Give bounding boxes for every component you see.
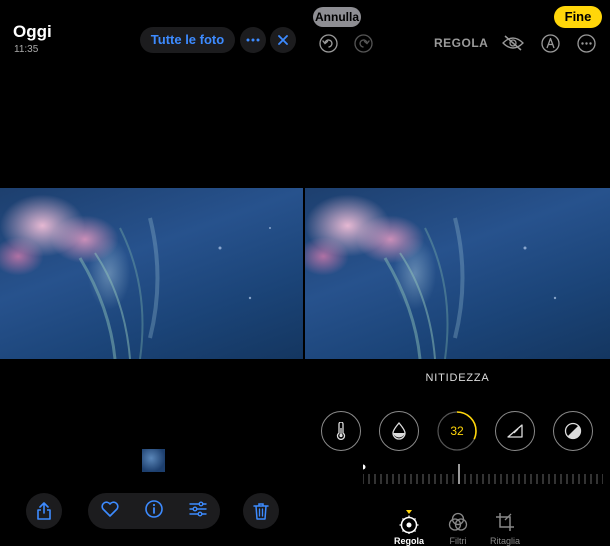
triangle-icon <box>507 424 523 438</box>
edit-button[interactable] <box>189 501 207 522</box>
markup-icon <box>541 34 560 53</box>
done-button[interactable]: Fine <box>554 6 602 28</box>
sharpness-value: 32 <box>450 424 464 438</box>
photo-viewer-panel: Oggi 11:35 Tutte le foto <box>0 0 303 546</box>
hide-edits-button[interactable] <box>502 35 524 56</box>
vignette-tool[interactable] <box>553 411 593 451</box>
tab-label: Ritaglia <box>489 536 520 546</box>
sliders-icon <box>189 501 207 516</box>
contrast-icon <box>564 422 582 440</box>
redo-button[interactable] <box>354 34 373 58</box>
trash-icon <box>253 503 269 520</box>
photo[interactable] <box>0 188 303 359</box>
tab-label: Regola <box>393 536 424 546</box>
share-button[interactable] <box>26 493 62 529</box>
redo-icon <box>354 34 373 53</box>
tab-filtri[interactable]: Filtri <box>436 510 480 546</box>
adjustment-name: NITIDEZZA <box>425 372 490 384</box>
flower-stems <box>78 217 271 359</box>
action-group <box>88 493 220 529</box>
cancel-button[interactable]: Annulla <box>313 7 361 27</box>
warmth-tool[interactable] <box>321 411 361 451</box>
photo-time: 11:35 <box>14 44 39 55</box>
saturation-tool[interactable] <box>379 411 419 451</box>
more-button[interactable] <box>240 27 266 53</box>
adjust-dial-icon <box>399 510 419 534</box>
info-icon <box>145 499 163 518</box>
ellipsis-circle-icon <box>577 34 596 53</box>
tab-label: Filtri <box>449 536 467 546</box>
photo-preview[interactable] <box>305 188 610 359</box>
eye-slash-icon <box>502 35 524 51</box>
tab-ritaglia[interactable]: Ritaglia <box>483 510 527 546</box>
filters-icon <box>448 512 468 531</box>
share-icon <box>37 502 51 520</box>
drop-icon <box>392 422 406 440</box>
header-label: REGOLA <box>434 36 489 50</box>
crop-icon <box>496 513 514 531</box>
edit-panel: Annulla Fine REGOLA NITIDEZZA 32 Regola … <box>305 0 610 546</box>
flower-stems <box>383 217 557 359</box>
thermometer-icon <box>336 422 346 440</box>
delete-button[interactable] <box>243 493 279 529</box>
photo-thumbnail[interactable] <box>142 449 165 472</box>
undo-icon <box>319 34 338 53</box>
ellipsis-icon <box>246 38 260 42</box>
page-title: Oggi <box>13 22 52 41</box>
close-icon <box>278 35 288 45</box>
slider-start-dot <box>363 464 366 470</box>
heart-icon <box>101 500 119 517</box>
definition-tool[interactable] <box>495 411 535 451</box>
markup-button[interactable] <box>541 34 560 58</box>
adjustment-slider[interactable] <box>363 464 603 484</box>
close-button[interactable] <box>270 27 296 53</box>
favorite-button[interactable] <box>101 500 119 522</box>
info-button[interactable] <box>145 499 163 523</box>
more-options-button[interactable] <box>577 34 596 58</box>
tab-regola[interactable]: Regola <box>387 510 431 546</box>
all-photos-button[interactable]: Tutte le foto <box>140 27 235 53</box>
sharpness-tool[interactable]: 32 <box>437 411 477 451</box>
undo-button[interactable] <box>319 34 338 58</box>
